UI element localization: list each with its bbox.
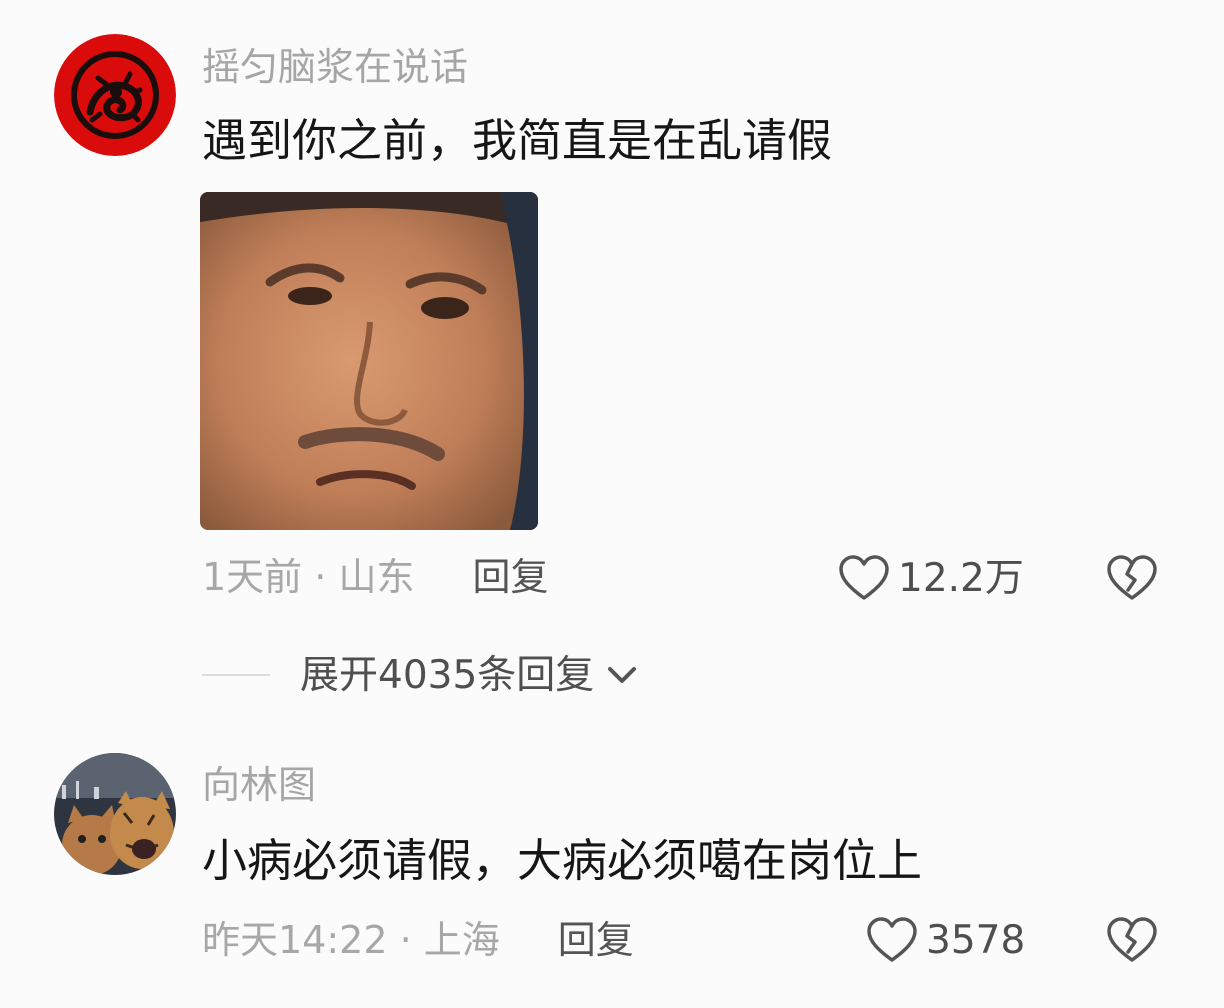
like-count: 12.2万 — [898, 555, 1024, 601]
like-count: 3578 — [926, 917, 1026, 963]
username[interactable]: 摇匀脑浆在说话 — [202, 48, 468, 86]
comment-meta: 1天前 · 山东 回复 — [202, 558, 548, 596]
like-button[interactable]: 12.2万 — [838, 554, 1024, 602]
expand-replies-label: 展开4035条回复 — [300, 652, 595, 698]
meta-separator: · — [302, 555, 339, 599]
reply-button[interactable]: 回复 — [558, 918, 634, 962]
expand-replies[interactable]: 展开4035条回复 — [202, 652, 640, 698]
red-dragon-emblem-avatar — [54, 34, 176, 156]
comment-location: 山东 — [338, 555, 415, 599]
heart-outline-icon — [867, 917, 917, 962]
comment-text: 小病必须请假，大病必须噶在岗位上 — [202, 834, 923, 887]
divider — [202, 674, 270, 676]
user-avatar[interactable] — [54, 34, 176, 156]
broken-heart-icon — [1107, 917, 1157, 962]
meta-separator: · — [387, 918, 424, 962]
comment-time: 1天前 — [202, 555, 303, 599]
comment-meta: 昨天14:22 · 上海 回复 — [202, 921, 634, 959]
comment-image[interactable] — [200, 192, 538, 530]
reply-button[interactable]: 回复 — [472, 555, 548, 599]
cats-photo-avatar — [54, 753, 176, 875]
dislike-button[interactable] — [1106, 916, 1158, 968]
comment-location: 上海 — [423, 918, 500, 962]
broken-heart-icon — [1107, 555, 1157, 600]
user-avatar[interactable] — [54, 753, 176, 875]
comment-text: 遇到你之前，我简直是在乱请假 — [202, 114, 833, 167]
like-button[interactable]: 3578 — [866, 916, 1025, 964]
meme-face-photo — [200, 192, 538, 530]
comment-time: 昨天14:22 — [202, 918, 388, 962]
dislike-button[interactable] — [1106, 554, 1158, 606]
chevron-down-icon — [608, 667, 637, 683]
heart-outline-icon — [839, 555, 889, 600]
username[interactable]: 向林图 — [202, 766, 316, 804]
